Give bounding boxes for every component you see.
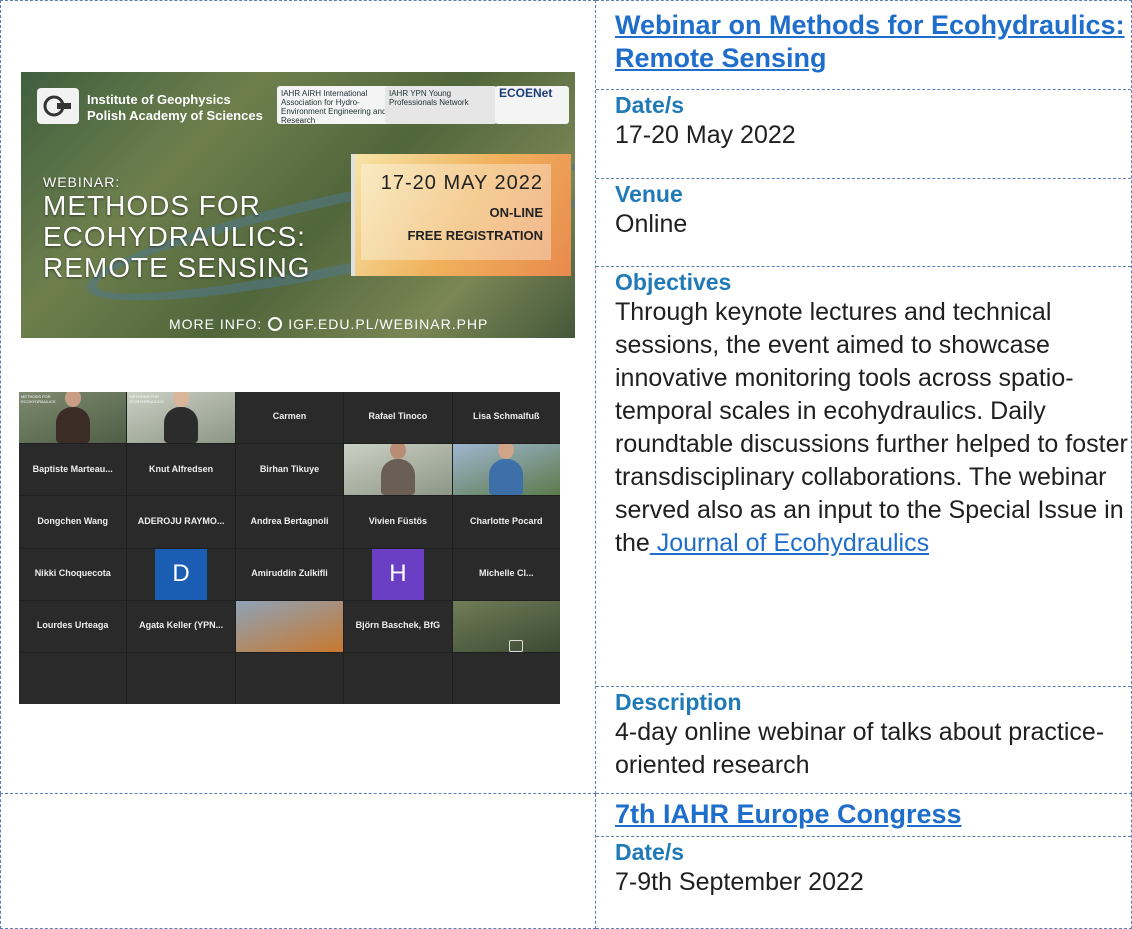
date-label: Date/s (615, 92, 685, 118)
participant-tile: Birhan Tikuye (235, 444, 344, 496)
participant-tile: Charlotte Pocard (452, 496, 560, 548)
participant-tile: Andrea Bertagnoli (235, 496, 344, 548)
participant-tile: D (127, 548, 235, 600)
ypn-logo: IAHR YPN Young Professionals Network (385, 86, 497, 124)
participant-tile: Baptiste Marteau... (19, 444, 127, 496)
poster-title: WEBINAR: METHODS FOR ECOHYDRAULICS: REMO… (43, 174, 311, 283)
webinar-poster-image: Institute of Geophysics Polish Academy o… (21, 72, 575, 338)
participant-tile (452, 600, 560, 652)
participant-tile (452, 444, 560, 496)
date-label: Date/s (615, 839, 685, 865)
event-images-cell: Institute of Geophysics Polish Academy o… (0, 0, 596, 794)
participant-tile: Amiruddin Zulkifli (235, 548, 344, 600)
participant-tile: METHODS FOR ECOHYDRAULICS (127, 392, 235, 444)
participant-tile: Nikki Choquecota (19, 548, 127, 600)
participant-tile (452, 652, 560, 704)
globe-icon (268, 317, 283, 331)
ecoenet-logo: ECOENet (495, 86, 569, 124)
poster-date-box: 17-20 MAY 2022 ON-LINE FREE REGISTRATION (351, 154, 571, 276)
participant-tile: H (344, 548, 452, 600)
objectives-label: Objectives (615, 269, 732, 295)
description-label: Description (615, 689, 742, 715)
participant-tile (19, 652, 127, 704)
participant-tile (344, 444, 452, 496)
participant-tile: ADEROJU RAYMO... (127, 496, 235, 548)
poster-institute: Institute of Geophysics Polish Academy o… (87, 92, 263, 123)
participant-tile (344, 652, 452, 704)
description-text: 4-day online webinar of talks about prac… (615, 718, 1105, 779)
objectives-text: Through keynote lectures and technical s… (615, 298, 1128, 557)
venue-label: Venue (615, 181, 683, 207)
participant-tile (235, 600, 344, 652)
participant-tile: Björn Baschek, BfG (344, 600, 452, 652)
participant-tile: Michelle Cl... (452, 548, 560, 600)
participant-tile: Knut Alfredsen (127, 444, 235, 496)
participant-tile: Carmen (235, 392, 344, 444)
event-2-title-link[interactable]: 7th IAHR Europe Congress (615, 798, 1131, 831)
participant-tile (235, 652, 344, 704)
date-value: 7-9th September 2022 (615, 868, 864, 896)
event-2-image-cell (0, 793, 596, 929)
poster-more-info: MORE INFO: IGF.EDU.PL/WEBINAR.PHP (169, 316, 489, 332)
participant-tile: Vivien Füstös (344, 496, 452, 548)
participant-tile: METHODS FOR ECOHYDRAULICS (19, 392, 127, 444)
participant-tile (127, 652, 235, 704)
journal-link[interactable]: Journal of Ecohydraulics (650, 529, 929, 557)
participant-tile: Lisa Schmalfuß (452, 392, 560, 444)
participant-tile: Lourdes Urteaga (19, 600, 127, 652)
venue-value: Online (615, 210, 688, 238)
participant-tile: Dongchen Wang (19, 496, 127, 548)
date-value: 17-20 May 2022 (615, 121, 796, 149)
participant-tile: Agata Keller (YPN... (127, 600, 235, 652)
participant-tile: Rafael Tinoco (344, 392, 452, 444)
event-2-info: 7th IAHR Europe Congress Date/s 7-9th Se… (595, 793, 1132, 929)
igf-logo-icon (37, 88, 79, 124)
pip-icon (509, 640, 523, 652)
zoom-meeting-screenshot: METHODS FOR ECOHYDRAULICS METHODS FOR ECOH… (19, 392, 560, 704)
events-table: Institute of Geophysics Polish Academy o… (0, 0, 1132, 929)
iahr-logo: IAHR AIRH International Association for … (277, 86, 395, 124)
event-1-title-link[interactable]: Webinar on Methods for Ecohydraulics: Re… (615, 9, 1131, 75)
event-1-info: Webinar on Methods for Ecohydraulics: Re… (595, 0, 1132, 794)
